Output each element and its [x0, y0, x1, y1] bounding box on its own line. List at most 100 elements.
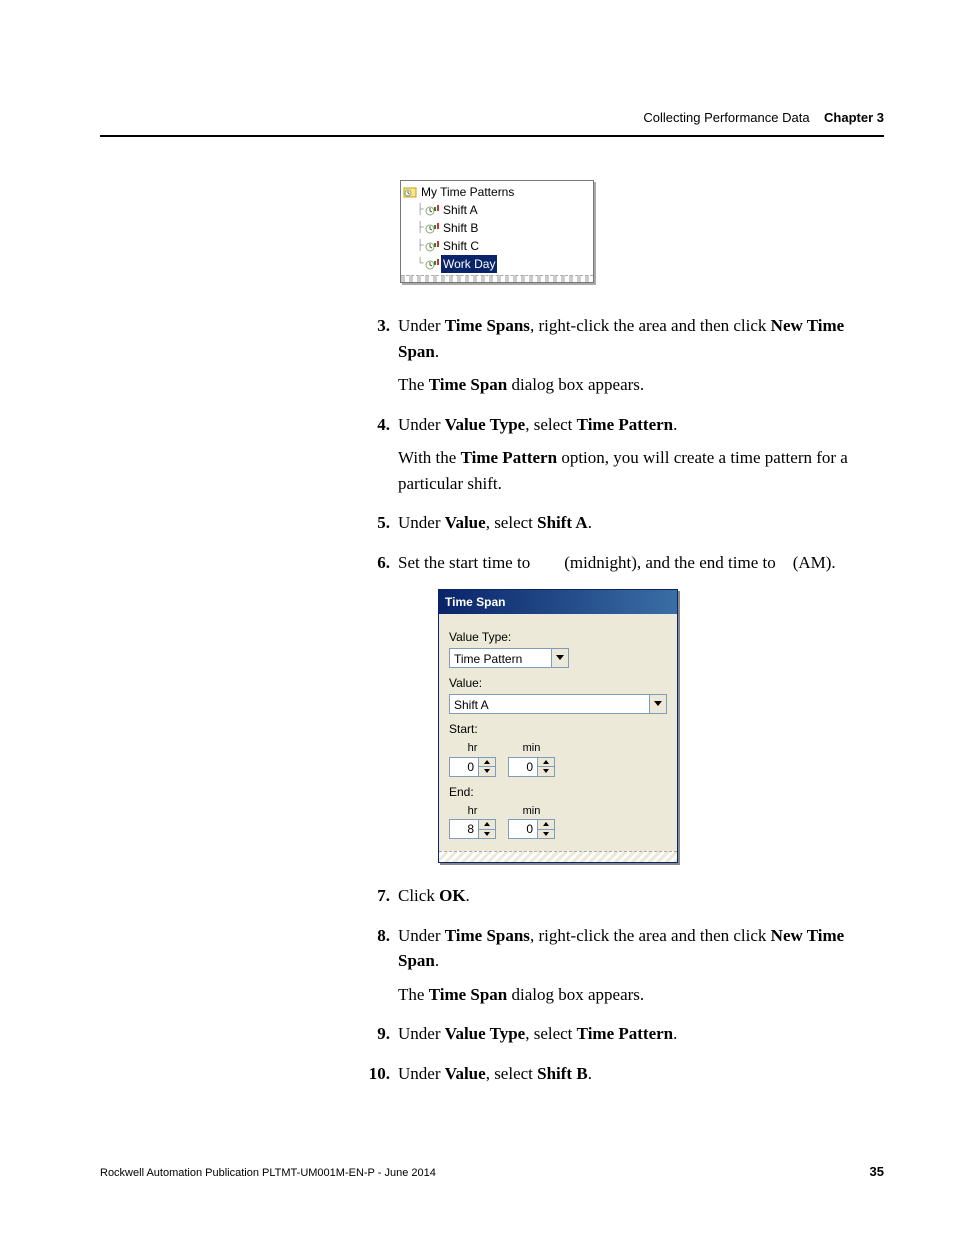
end-min-spinner[interactable]: 0 — [508, 819, 555, 839]
shift-icon — [425, 239, 439, 253]
text-bold: Time Spans — [445, 926, 530, 945]
step-10: Under Value, select Shift B. — [360, 1061, 880, 1087]
text: . — [588, 1064, 592, 1083]
text: dialog box appears. — [507, 375, 644, 394]
chevron-down-icon — [484, 769, 490, 773]
dialog-body: Value Type: Time Pattern Value: Shift A — [439, 614, 677, 851]
text-bold: Value — [445, 1064, 486, 1083]
text-bold: Shift B — [537, 1064, 588, 1083]
spinner-up[interactable] — [479, 758, 495, 767]
tree-branch-icon: └ — [415, 259, 425, 269]
value-combo[interactable]: Shift A — [449, 694, 667, 714]
text-bold: Time Spans — [445, 316, 530, 335]
torn-edge — [439, 851, 677, 862]
tree-item-label: Shift B — [441, 219, 480, 237]
chevron-down-icon — [543, 832, 549, 836]
start-label: Start: — [449, 720, 667, 738]
dialog-titlebar[interactable]: Time Span — [439, 590, 677, 614]
text: Under — [398, 316, 445, 335]
shift-icon — [425, 221, 439, 235]
hr-label: hr — [449, 740, 496, 757]
text-bold: Value — [445, 513, 486, 532]
dropdown-button[interactable] — [649, 695, 666, 713]
text: (midnight), and the end time to — [560, 553, 780, 572]
text: . — [435, 342, 439, 361]
text: , select — [486, 1064, 537, 1083]
step-3: Under Time Spans, right-click the area a… — [360, 313, 880, 398]
start-hr-value[interactable]: 0 — [449, 757, 479, 777]
spinner-down[interactable] — [479, 829, 495, 839]
spinner-down[interactable] — [538, 829, 554, 839]
text: . — [673, 1024, 677, 1043]
tree-item-label: Shift A — [441, 201, 480, 219]
chevron-down-icon — [484, 832, 490, 836]
start-row: hr 0 min — [449, 740, 667, 777]
value-value: Shift A — [450, 695, 649, 713]
step-6: Set the start time to (midnight), and th… — [360, 550, 880, 864]
step-9: Under Value Type, select Time Pattern. — [360, 1021, 880, 1047]
end-row: hr 8 min — [449, 803, 667, 840]
text: The — [398, 375, 429, 394]
text: Under — [398, 1024, 445, 1043]
spinner-down[interactable] — [538, 766, 554, 776]
text: (AM). — [788, 553, 835, 572]
chevron-up-icon — [484, 760, 490, 764]
text-bold: Time Span — [429, 985, 508, 1004]
start-min-spinner[interactable]: 0 — [508, 757, 555, 777]
tree-item[interactable]: ├ Shift C — [401, 237, 593, 255]
hr-label: hr — [449, 803, 496, 820]
tree-view-figure: My Time Patterns ├ Shift A ├ Shift B ├ — [400, 180, 594, 283]
spinner-buttons[interactable] — [479, 757, 496, 777]
text: Click — [398, 886, 439, 905]
tree-root-row[interactable]: My Time Patterns — [401, 183, 593, 201]
text: dialog box appears. — [507, 985, 644, 1004]
tree-item[interactable]: ├ Shift A — [401, 201, 593, 219]
time-span-dialog-figure: Time Span Value Type: Time Pattern Value… — [438, 589, 678, 863]
end-hr-spinner[interactable]: 8 — [449, 819, 496, 839]
spinner-up[interactable] — [479, 820, 495, 829]
text: , right-click the area and then click — [530, 316, 771, 335]
spinner-up[interactable] — [538, 820, 554, 829]
spinner-down[interactable] — [479, 766, 495, 776]
start-hr-spinner[interactable]: 0 — [449, 757, 496, 777]
header-chapter: Chapter 3 — [824, 110, 884, 125]
spinner-buttons[interactable] — [538, 757, 555, 777]
tree-branch-icon: ├ — [415, 205, 425, 215]
text: . — [466, 886, 470, 905]
text: . — [588, 513, 592, 532]
end-min-value[interactable]: 0 — [508, 819, 538, 839]
step-7: Click OK. — [360, 883, 880, 909]
chevron-up-icon — [543, 760, 549, 764]
min-label: min — [508, 803, 555, 820]
tree-item-selected[interactable]: └ Work Day — [401, 255, 593, 273]
text: Set the start time to — [398, 553, 534, 572]
chevron-down-icon — [556, 655, 564, 661]
text: , select — [525, 415, 576, 434]
text-bold: Shift A — [537, 513, 588, 532]
text: Under — [398, 926, 445, 945]
footer-page-number: 35 — [870, 1164, 884, 1179]
end-label: End: — [449, 783, 667, 801]
tree-item-label-selected: Work Day — [441, 255, 497, 273]
torn-edge — [401, 275, 593, 282]
chevron-up-icon — [543, 822, 549, 826]
text: The — [398, 985, 429, 1004]
shift-icon — [425, 257, 439, 271]
header-title: Collecting Performance Data — [643, 110, 809, 125]
text: Under — [398, 415, 445, 434]
start-min-value[interactable]: 0 — [508, 757, 538, 777]
tree-item[interactable]: ├ Shift B — [401, 219, 593, 237]
page-header: Collecting Performance Data Chapter 3 — [643, 110, 884, 125]
text: With the — [398, 448, 461, 467]
step-8: Under Time Spans, right-click the area a… — [360, 923, 880, 1008]
end-hr-value[interactable]: 8 — [449, 819, 479, 839]
value-type-combo[interactable]: Time Pattern — [449, 648, 569, 668]
text-bold: Time Pattern — [577, 1024, 673, 1043]
dropdown-button[interactable] — [551, 649, 568, 667]
tree-branch-icon: ├ — [415, 223, 425, 233]
spinner-buttons[interactable] — [479, 819, 496, 839]
spinner-buttons[interactable] — [538, 819, 555, 839]
spinner-up[interactable] — [538, 758, 554, 767]
chevron-down-icon — [543, 769, 549, 773]
text: , select — [525, 1024, 576, 1043]
